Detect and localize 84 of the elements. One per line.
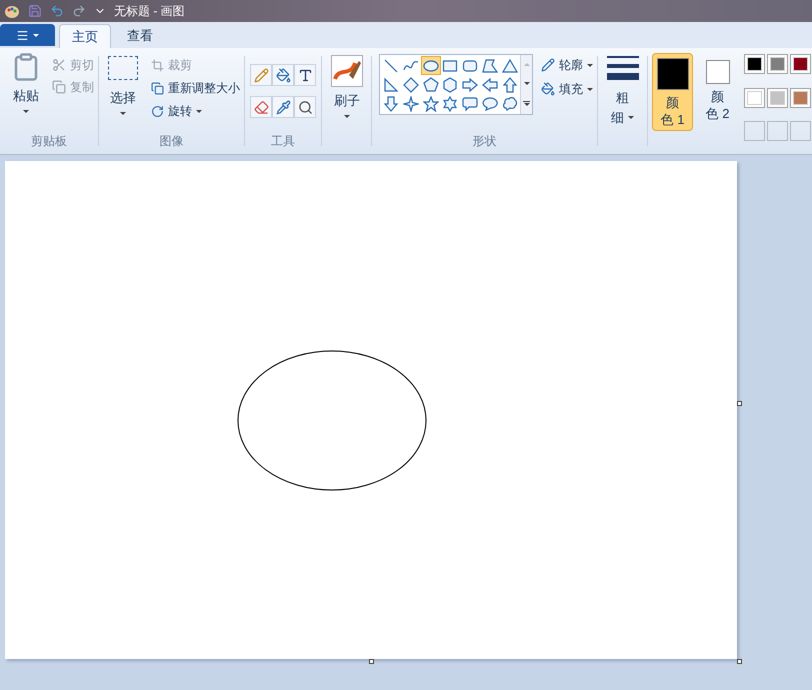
six-point-star-icon xyxy=(442,96,458,112)
tool-button[interactable] xyxy=(272,96,294,118)
redo-icon[interactable] xyxy=(72,4,86,18)
brush-button[interactable]: 刷子 xyxy=(330,48,363,118)
group-label: 图像 xyxy=(159,134,184,148)
brush-icon xyxy=(330,55,363,87)
resize-icon xyxy=(150,82,164,94)
tool-button[interactable] xyxy=(294,96,316,118)
group-label: 剪贴板 xyxy=(30,134,67,148)
ribbon-button[interactable]: 旋转 xyxy=(150,102,240,120)
menu-icon xyxy=(16,28,29,42)
shape-button[interactable] xyxy=(420,94,441,113)
selection-icon xyxy=(108,56,138,80)
scissors-icon xyxy=(52,58,66,72)
shape-button[interactable] xyxy=(500,56,520,75)
line-icon xyxy=(383,58,400,74)
resize-handle[interactable] xyxy=(737,659,742,664)
paint-palette-icon[interactable] xyxy=(4,3,20,19)
empty-color-slot[interactable] xyxy=(767,121,788,142)
shape-button[interactable] xyxy=(460,75,480,94)
paint-bucket-icon xyxy=(541,82,556,96)
dropdown-icon xyxy=(33,34,39,36)
dropdown-icon xyxy=(587,64,594,66)
shape-button[interactable] xyxy=(400,94,421,113)
group-label: 形状 xyxy=(472,134,497,148)
ribbon-button[interactable]: 重新调整大小 xyxy=(150,79,240,97)
empty-color-slot[interactable] xyxy=(790,121,812,142)
down-arrow-icon xyxy=(383,96,400,112)
ribbon-tab[interactable]: 查看 xyxy=(115,24,165,48)
dropdown-icon xyxy=(120,112,126,114)
eyedropper-icon xyxy=(276,100,291,114)
resize-handle[interactable] xyxy=(737,401,742,406)
shape-button[interactable] xyxy=(400,75,421,94)
oval-icon xyxy=(422,58,439,74)
star-icon xyxy=(422,96,439,112)
group-label: 工具 xyxy=(271,134,296,148)
right-triangle-icon xyxy=(383,76,400,92)
eraser-icon xyxy=(254,100,269,114)
polygon-icon xyxy=(482,58,498,74)
four-point-star-icon xyxy=(402,96,419,112)
empty-color-slot[interactable] xyxy=(744,121,766,142)
line-width-icon xyxy=(606,56,639,82)
resize-handle[interactable] xyxy=(369,659,374,664)
outline-button[interactable]: 轮廓 xyxy=(541,56,594,74)
tool-button[interactable] xyxy=(272,64,294,86)
pencil-icon xyxy=(541,58,556,72)
window-title: 无标题 - 画图 xyxy=(114,3,185,20)
app-menu-button[interactable] xyxy=(0,24,55,46)
ribbon-tab[interactable]: 主页 xyxy=(59,24,111,48)
text-icon xyxy=(298,68,313,82)
rectangle-icon xyxy=(442,58,458,74)
pentagon-icon xyxy=(422,76,439,92)
paste-button[interactable]: 粘贴 xyxy=(4,52,48,112)
fill-button[interactable]: 填充 xyxy=(541,80,594,98)
pencil-icon xyxy=(254,68,269,82)
crop-icon xyxy=(150,58,164,72)
color-well-button[interactable]: 颜 色 1 xyxy=(652,53,694,131)
speech-bubble-icon xyxy=(462,96,478,112)
copy-icon xyxy=(52,80,66,94)
dropdown-icon xyxy=(587,88,594,90)
right-arrow-icon xyxy=(462,76,478,92)
select-button[interactable]: 选择 xyxy=(102,52,143,120)
paint-bucket-icon xyxy=(276,68,291,82)
dropdown-icon xyxy=(22,110,29,112)
hexagon-icon xyxy=(442,76,458,92)
thought-bubble-icon xyxy=(502,96,518,112)
expand-icon[interactable] xyxy=(523,101,530,106)
magnifier-icon xyxy=(298,100,313,114)
shape-button[interactable] xyxy=(420,75,441,94)
tool-button[interactable] xyxy=(294,64,316,86)
rounded-rectangle-icon xyxy=(462,58,478,74)
oval-speech-bubble-icon xyxy=(482,96,498,112)
shape-button[interactable] xyxy=(480,75,500,94)
up-arrow-icon xyxy=(502,76,518,92)
rotate-icon xyxy=(150,104,164,118)
triangle-icon xyxy=(502,58,518,74)
size-button[interactable]: 粗 细 xyxy=(598,48,648,154)
dropdown-icon xyxy=(628,116,634,119)
left-arrow-icon xyxy=(482,76,498,92)
dropdown-icon xyxy=(524,82,530,85)
dropdown-icon xyxy=(344,114,350,118)
shape-button[interactable] xyxy=(420,56,441,75)
diamond-icon xyxy=(402,76,419,92)
color-well-button[interactable]: 颜 色 2 xyxy=(697,53,738,131)
